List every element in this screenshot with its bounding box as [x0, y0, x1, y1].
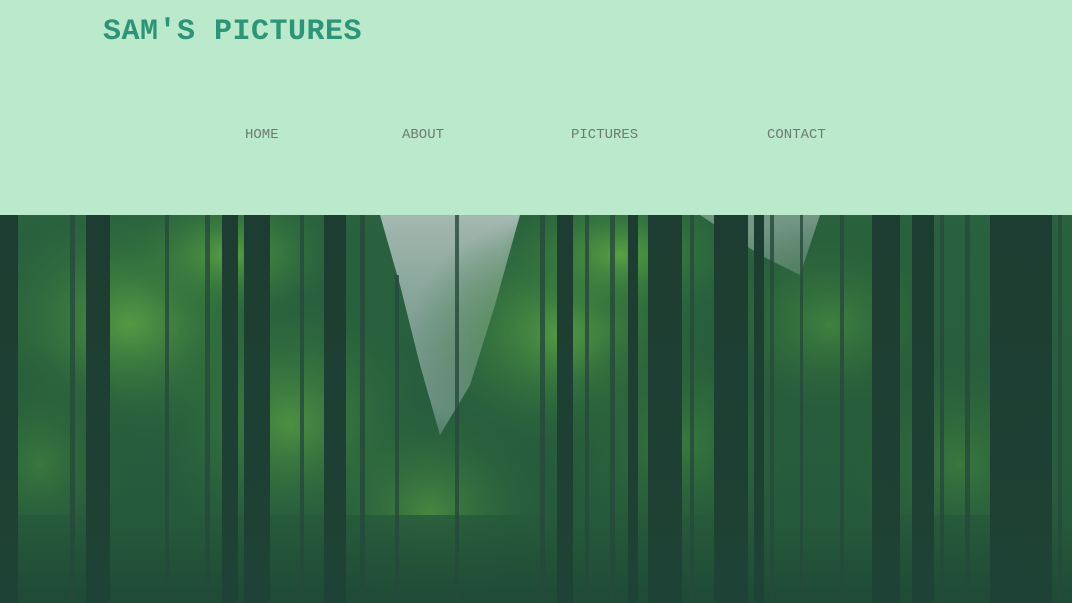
hero-forest-image [0, 215, 1072, 603]
main-nav: HOME ABOUT PICTURES CONTACT [0, 126, 1072, 146]
nav-pictures-link[interactable]: PICTURES [571, 126, 638, 144]
site-title[interactable]: SAM'S PICTURES [103, 14, 362, 50]
nav-home-link[interactable]: HOME [245, 126, 279, 144]
site-header: SAM'S PICTURES HOME ABOUT PICTURES CONTA… [0, 0, 1072, 215]
nav-contact-link[interactable]: CONTACT [767, 126, 826, 144]
nav-about-link[interactable]: ABOUT [402, 126, 444, 144]
forest-illustration [0, 215, 1072, 603]
